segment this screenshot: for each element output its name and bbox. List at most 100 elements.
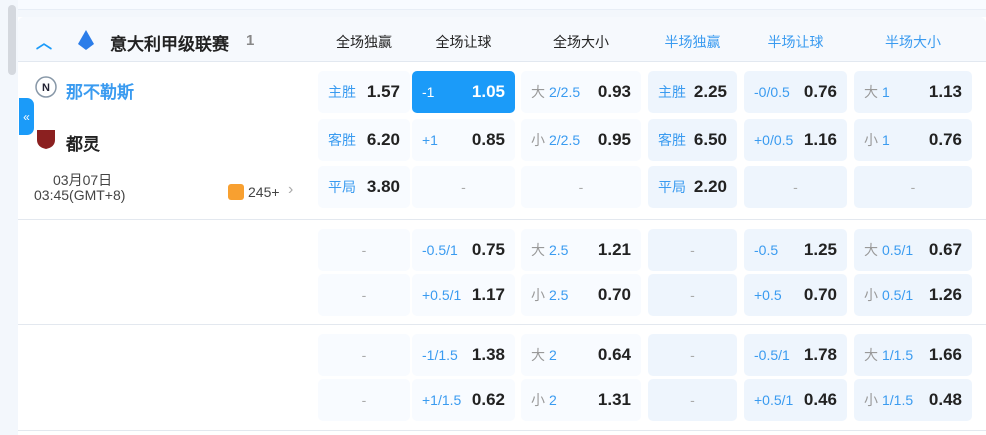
odds-cell-empty: - [318,229,410,271]
odds-cell[interactable]: 大 2.5 1.21 [521,229,641,271]
odds-cell-empty: - [521,166,641,208]
odds-cell[interactable]: 小 0.5/1 1.26 [854,274,972,316]
odds-label: -0.5/1 [754,347,790,363]
odds-value: 2.25 [693,82,727,101]
odds-value: 2.20 [693,177,727,196]
odds-cell-empty: - [744,166,847,208]
collapse-sidebar-button[interactable]: « [19,98,34,135]
odds-cell[interactable]: 大 2/2.5 0.93 [521,71,641,113]
odds-cell[interactable]: 主胜 2.25 [648,71,737,113]
chevron-right-icon[interactable]: › [288,181,293,199]
odds-value: 3.80 [366,177,400,196]
odds-value: 1.17 [471,285,505,304]
odds-cell[interactable]: 大 2 0.64 [521,334,641,376]
odds-value: 0.70 [597,285,631,304]
league-logo-icon [78,30,94,50]
column-header: 全场独赢 [336,34,392,50]
odds-cell[interactable]: 小 2/2.5 0.95 [521,119,641,161]
column-header: 全场让球 [435,34,492,50]
column-header: 半场独赢 [664,34,721,50]
odds-label: 1/1.5 [882,392,914,408]
odds-cell-empty: - [854,166,972,208]
odds-cell[interactable]: -0.5/1 0.75 [412,229,515,271]
odds-side: 大 [531,242,545,258]
odds-value: 0.75 [471,240,505,259]
odds-label: -0.5/1 [422,242,458,258]
odds-side: 大 [864,84,878,100]
odds-cell[interactable]: -1/1.5 1.38 [412,334,515,376]
odds-cell[interactable]: 小 2.5 0.70 [521,274,641,316]
odds-value: 0.64 [597,345,631,364]
odds-cell[interactable]: +1 0.85 [412,119,515,161]
odds-cell[interactable]: -0.5/1 1.78 [744,334,847,376]
odds-value: 0.67 [928,240,962,259]
odds-value: 1.21 [597,240,631,259]
away-team-name[interactable]: 都灵 [66,130,100,155]
odds-cell[interactable]: 主胜 1.57 [318,71,410,113]
odds-label: +1/1.5 [422,392,462,408]
odds-value: 0.95 [597,130,631,149]
odds-cell-empty: - [648,334,737,376]
odds-value: 1.38 [471,345,505,364]
odds-cell-empty: - [412,166,515,208]
away-team-logo-icon [37,130,55,149]
odds-cell[interactable]: 小 1 0.76 [854,119,972,161]
odds-cell[interactable]: +1/1.5 0.62 [412,379,515,421]
odds-cell-empty: - [648,379,737,421]
svg-text:N: N [42,82,50,94]
odds-side: 大 [864,347,878,363]
odds-side: 小 [864,392,878,408]
scrollbar[interactable] [8,5,16,75]
odds-label: 主胜 [328,84,356,100]
divider [18,430,986,431]
top-bar [18,0,986,10]
odds-label: -0/0.5 [754,84,790,100]
odds-cell[interactable]: 客胜 6.50 [648,119,737,161]
odds-label: 2 [549,392,557,408]
odds-cell[interactable]: +0/0.5 1.16 [744,119,847,161]
odds-label: 0.5/1 [882,287,914,303]
odds-value: 0.46 [803,390,837,409]
markets-count[interactable]: 245+ [248,184,280,200]
markets-icon [228,184,244,200]
odds-value: 0.70 [803,285,837,304]
odds-label: +0.5 [754,287,782,303]
odds-label: 2/2.5 [549,84,581,100]
odds-label: 1/1.5 [882,347,914,363]
odds-label: 2 [549,347,557,363]
odds-label: 2/2.5 [549,132,581,148]
odds-cell[interactable]: 平局 3.80 [318,166,410,208]
odds-cell[interactable]: -1 1.05 [412,71,515,113]
odds-cell[interactable]: -0/0.5 0.76 [744,71,847,113]
odds-cell[interactable]: 平局 2.20 [648,166,737,208]
chevron-up-icon[interactable]: ︿ [36,29,52,53]
odds-cell[interactable]: 客胜 6.20 [318,119,410,161]
odds-value: 1.57 [366,82,400,101]
odds-value: 1.26 [928,285,962,304]
odds-label: +0/0.5 [754,132,794,148]
odds-cell[interactable]: +0.5/1 0.46 [744,379,847,421]
odds-cell[interactable]: 小 1/1.5 0.48 [854,379,972,421]
odds-label: 平局 [658,179,686,195]
odds-side: 小 [864,287,878,303]
odds-value: 6.20 [366,130,400,149]
odds-side: 小 [531,287,545,303]
odds-cell[interactable]: 大 1 1.13 [854,71,972,113]
divider [18,219,986,220]
odds-value: 1.66 [928,345,962,364]
column-header: 全场大小 [553,34,609,50]
odds-cell[interactable]: 大 1/1.5 1.66 [854,334,972,376]
odds-cell[interactable]: +0.5/1 1.17 [412,274,515,316]
odds-cell[interactable]: +0.5 0.70 [744,274,847,316]
column-header: 半场让球 [767,34,824,50]
odds-label: 客胜 [658,132,686,148]
odds-cell-empty: - [318,274,410,316]
home-team-name[interactable]: 那不勒斯 [66,78,134,103]
column-header: 半场大小 [885,34,941,50]
odds-label: +1 [422,132,438,148]
odds-cell[interactable]: 小 2 1.31 [521,379,641,421]
odds-label: 1 [882,84,890,100]
odds-cell[interactable]: 大 0.5/1 0.67 [854,229,972,271]
odds-cell[interactable]: -0.5 1.25 [744,229,847,271]
odds-value: 0.62 [471,390,505,409]
